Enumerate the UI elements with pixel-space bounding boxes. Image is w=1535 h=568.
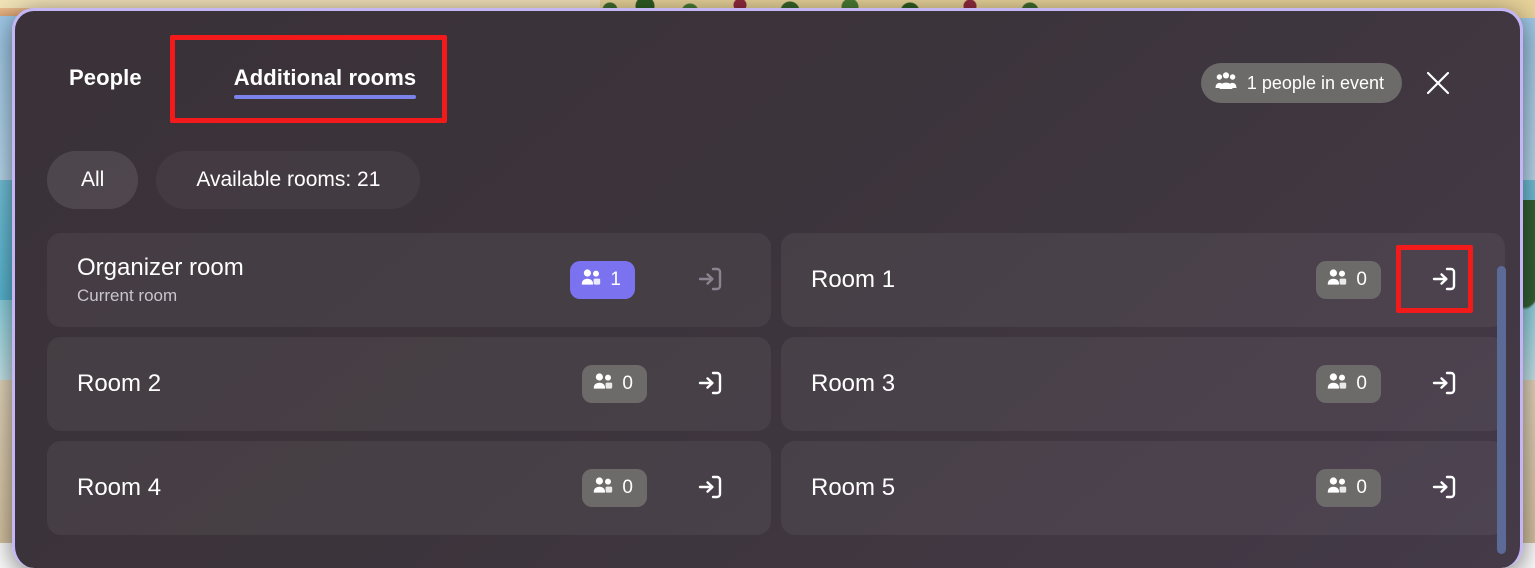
- room-participant-count: 0: [622, 373, 633, 395]
- filter-chip-all[interactable]: All: [47, 151, 138, 209]
- people-pair-icon: [1327, 477, 1347, 499]
- tab-additional-rooms-label: Additional rooms: [234, 65, 417, 90]
- room-text: Room 3: [811, 370, 1316, 398]
- room-text: Room 4: [77, 474, 582, 502]
- people-pair-icon: [1327, 269, 1347, 291]
- people-pair-icon: [1327, 373, 1347, 395]
- filter-chip-all-label: All: [81, 168, 104, 192]
- room-participant-count-badge: 0: [1316, 261, 1381, 299]
- room-subtitle: Current room: [77, 286, 570, 306]
- room-participant-count: 0: [622, 477, 633, 499]
- filter-chip-available-rooms[interactable]: Available rooms: 21: [156, 151, 420, 209]
- room-card-room-5[interactable]: Room 5 0: [781, 441, 1505, 535]
- people-group-icon: [1215, 72, 1237, 94]
- room-text: Organizer room Current room: [77, 254, 570, 306]
- room-participant-count-badge: 0: [1316, 365, 1381, 403]
- room-participant-count: 0: [1356, 269, 1367, 291]
- tab-people-label: People: [69, 65, 142, 90]
- join-room-icon: [1429, 264, 1459, 297]
- join-room-button[interactable]: [1421, 361, 1467, 407]
- room-card-room-4[interactable]: Room 4 0: [47, 441, 771, 535]
- people-pair-icon: [593, 477, 613, 499]
- people-pair-icon: [581, 269, 601, 291]
- room-name: Room 1: [811, 266, 1316, 294]
- join-room-icon: [695, 472, 725, 505]
- tab-people[interactable]: People: [65, 59, 204, 107]
- tab-strip: People Additional rooms: [65, 59, 446, 107]
- room-card-room-1[interactable]: Room 1 0: [781, 233, 1505, 327]
- room-participant-count: 0: [1356, 477, 1367, 499]
- room-participant-count-badge: 0: [1316, 469, 1381, 507]
- join-room-button[interactable]: [687, 465, 733, 511]
- room-participant-count-badge: 1: [570, 261, 635, 299]
- room-name: Organizer room: [77, 254, 570, 282]
- rooms-scrollbar-thumb[interactable]: [1497, 266, 1506, 554]
- join-room-icon: [1429, 368, 1459, 401]
- room-text: Room 2: [77, 370, 582, 398]
- tab-selected-indicator: [234, 95, 417, 99]
- additional-rooms-panel: People Additional rooms 1 people in even…: [12, 8, 1523, 568]
- rooms-grid: Organizer room Current room 1: [15, 233, 1520, 535]
- people-pair-icon: [593, 373, 613, 395]
- join-room-icon: [695, 264, 725, 297]
- room-name: Room 5: [811, 474, 1316, 502]
- room-participant-count-badge: 0: [582, 365, 647, 403]
- room-text: Room 1: [811, 266, 1316, 294]
- close-icon: [1424, 69, 1452, 100]
- room-text: Room 5: [811, 474, 1316, 502]
- room-name: Room 3: [811, 370, 1316, 398]
- join-room-icon: [695, 368, 725, 401]
- room-participant-count-badge: 0: [582, 469, 647, 507]
- tab-additional-rooms[interactable]: Additional rooms: [204, 59, 447, 107]
- room-participant-count: 0: [1356, 373, 1367, 395]
- event-people-count-label: 1 people in event: [1247, 73, 1384, 94]
- close-button[interactable]: [1418, 64, 1458, 104]
- join-room-button[interactable]: [687, 361, 733, 407]
- room-card-room-3[interactable]: Room 3 0: [781, 337, 1505, 431]
- join-room-button[interactable]: [1421, 465, 1467, 511]
- room-name: Room 4: [77, 474, 582, 502]
- event-people-count-badge: 1 people in event: [1201, 63, 1402, 103]
- room-filter-row: All Available rooms: 21: [47, 151, 420, 209]
- panel-header: People Additional rooms 1 people in even…: [15, 11, 1520, 133]
- filter-chip-available-rooms-label: Available rooms: 21: [196, 168, 380, 192]
- join-room-icon: [1429, 472, 1459, 505]
- rooms-scroll-area[interactable]: Organizer room Current room 1: [15, 233, 1520, 568]
- room-participant-count: 1: [610, 269, 621, 291]
- room-card-room-2[interactable]: Room 2 0: [47, 337, 771, 431]
- join-room-button: [687, 257, 733, 303]
- join-room-button[interactable]: [1421, 257, 1467, 303]
- room-card-organizer-room[interactable]: Organizer room Current room 1: [47, 233, 771, 327]
- room-name: Room 2: [77, 370, 582, 398]
